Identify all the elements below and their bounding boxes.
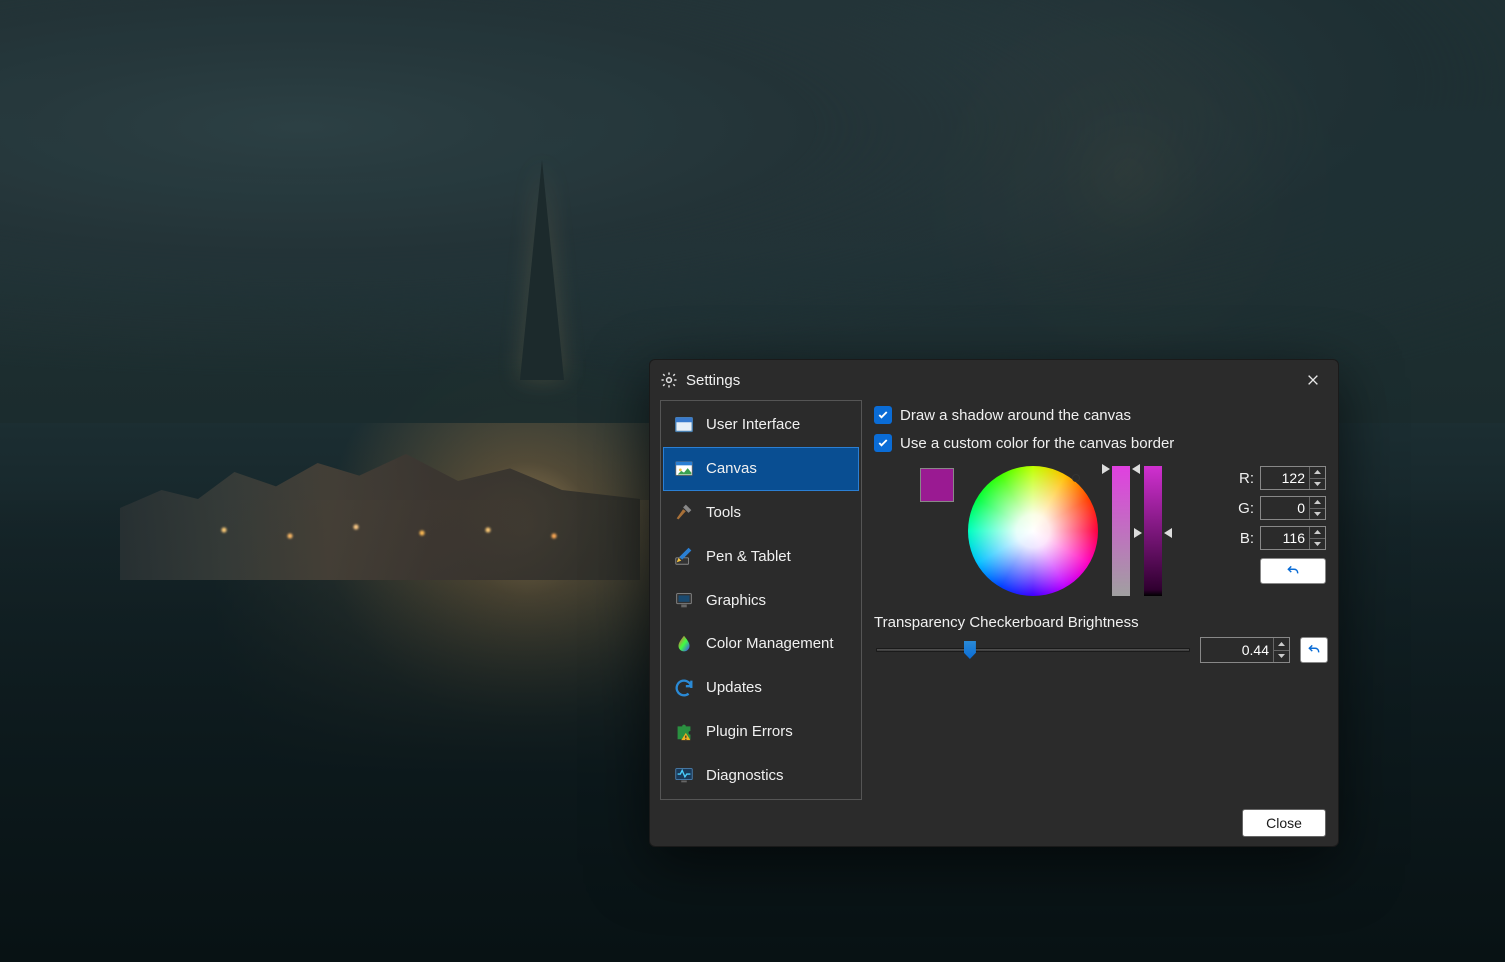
refresh-icon [672,676,696,700]
brightness-slider[interactable] [876,640,1190,660]
sidebar-item-label: User Interface [706,416,800,433]
titlebar[interactable]: Settings [650,360,1338,400]
border-color-checkbox-label: Use a custom color for the canvas border [900,435,1174,452]
titlebar-close-button[interactable] [1296,366,1330,394]
settings-sidebar: User Interface Canvas Tools Pen & Tablet [660,400,862,800]
puzzle-warning-icon [672,719,696,743]
r-label: R: [1234,470,1254,487]
settings-dialog: Settings User Interface Canvas [649,359,1339,847]
shadow-checkbox[interactable] [874,406,892,424]
diagnostics-icon [672,763,696,787]
g-spin-up[interactable] [1310,497,1325,509]
sidebar-item-label: Updates [706,679,762,696]
sidebar-item-label: Diagnostics [706,767,784,784]
b-label: B: [1234,530,1254,547]
background-decoration [520,160,564,380]
sidebar-item-label: Plugin Errors [706,723,793,740]
sidebar-item-label: Graphics [706,592,766,609]
brightness-reset-button[interactable] [1300,637,1328,663]
sidebar-item-diagnostics[interactable]: Diagnostics [663,753,859,797]
color-wheel[interactable] [968,466,1098,596]
b-spin-up[interactable] [1310,527,1325,539]
r-spin-down[interactable] [1310,479,1325,490]
brightness-input[interactable] [1200,637,1290,663]
monitor-icon [672,588,696,612]
close-button[interactable]: Close [1242,809,1326,837]
sidebar-item-label: Pen & Tablet [706,548,791,565]
r-input[interactable] [1260,466,1326,490]
g-input[interactable] [1260,496,1326,520]
sidebar-item-pen-tablet[interactable]: Pen & Tablet [663,534,859,578]
color-reset-button[interactable] [1260,558,1326,584]
color-swatch[interactable] [920,468,954,502]
hammer-icon [672,500,696,524]
brightness-spin-up[interactable] [1274,638,1289,651]
sidebar-item-user-interface[interactable]: User Interface [663,403,859,447]
sidebar-item-updates[interactable]: Updates [663,666,859,710]
saturation-slider[interactable] [1112,466,1130,596]
brightness-spin-down[interactable] [1274,651,1289,663]
pen-icon [672,544,696,568]
background-decoration [180,500,620,560]
color-drop-icon [672,632,696,656]
sidebar-item-plugin-errors[interactable]: Plugin Errors [663,709,859,753]
sidebar-item-tools[interactable]: Tools [663,491,859,535]
sidebar-item-label: Color Management [706,635,834,652]
image-icon [672,457,696,481]
sidebar-item-canvas[interactable]: Canvas [663,447,859,491]
r-spin-up[interactable] [1310,467,1325,479]
brightness-label: Transparency Checkerboard Brightness [874,614,1328,631]
dialog-title: Settings [686,372,740,389]
sidebar-item-label: Canvas [706,460,757,477]
g-label: G: [1234,500,1254,517]
sidebar-item-label: Tools [706,504,741,521]
color-wheel-marker [1072,474,1080,482]
b-spin-down[interactable] [1310,539,1325,550]
settings-content-canvas: Draw a shadow around the canvas Use a cu… [874,400,1328,800]
sidebar-item-graphics[interactable]: Graphics [663,578,859,622]
window-icon [672,413,696,437]
border-color-checkbox[interactable] [874,434,892,452]
value-slider[interactable] [1144,466,1162,596]
g-spin-down[interactable] [1310,509,1325,520]
sidebar-item-color-management[interactable]: Color Management [663,622,859,666]
shadow-checkbox-label: Draw a shadow around the canvas [900,407,1131,424]
gear-icon [660,371,678,389]
b-input[interactable] [1260,526,1326,550]
